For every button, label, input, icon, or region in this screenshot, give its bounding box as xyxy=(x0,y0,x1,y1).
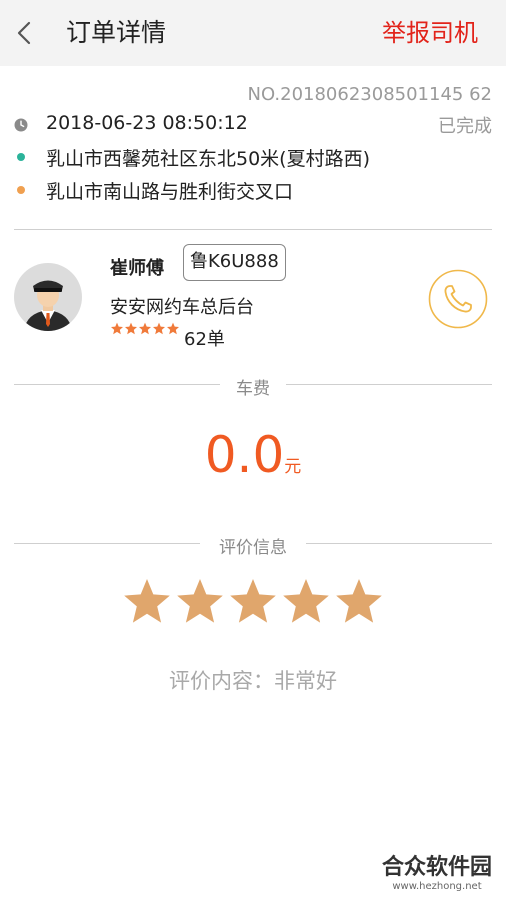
watermark-url: www.hezhong.net xyxy=(392,881,482,892)
rating-divider-right xyxy=(306,543,492,544)
driver-avatar xyxy=(14,263,82,331)
start-dot-icon xyxy=(17,153,25,161)
report-driver-button[interactable]: 举报司机 xyxy=(382,16,478,50)
start-address: 乳山市西馨苑社区东北50米(夏村路西) xyxy=(46,148,371,170)
fare-amount: 0.0元 xyxy=(0,425,506,485)
fare-divider-left xyxy=(14,384,220,385)
rating-divider-left xyxy=(14,543,200,544)
star-icon xyxy=(124,579,170,623)
call-driver-button[interactable] xyxy=(428,269,488,329)
mini-star-icon xyxy=(167,322,179,335)
star-icon xyxy=(336,579,382,623)
mini-star-icon xyxy=(153,322,165,335)
page-title: 订单详情 xyxy=(66,18,167,47)
fare-divider-right xyxy=(286,384,492,385)
rating-comment: 评价内容：非常好 xyxy=(0,665,506,695)
driver-order-count: 62单 xyxy=(184,329,225,350)
clock-icon xyxy=(14,118,28,132)
end-address: 乳山市南山路与胜利街交叉口 xyxy=(46,181,294,203)
mini-star-icon xyxy=(125,322,137,335)
comment-label: 评价内容： xyxy=(169,669,274,693)
comment-value: 非常好 xyxy=(274,669,337,693)
divider xyxy=(14,229,492,230)
order-number: NO.2018062308501145 62 xyxy=(247,84,493,105)
watermark-title: 合众软件园 xyxy=(381,855,492,880)
watermark: 合众软件园 www.hezhong.net xyxy=(382,855,492,893)
back-button[interactable] xyxy=(10,18,40,48)
order-status: 已完成 xyxy=(438,116,492,137)
chevron-left-icon xyxy=(17,21,31,45)
rating-section-title: 评价信息 xyxy=(219,538,287,558)
mini-star-icon xyxy=(111,322,123,335)
end-dot-icon xyxy=(17,186,25,194)
order-time: 2018-06-23 08:50:12 xyxy=(46,112,248,134)
phone-icon xyxy=(428,269,488,329)
star-icon xyxy=(177,579,223,623)
driver-company: 安安网约车总后台 xyxy=(110,297,254,318)
fare-unit: 元 xyxy=(284,457,302,477)
mini-star-icon xyxy=(139,322,151,335)
star-icon xyxy=(283,579,329,623)
fare-section-title: 车费 xyxy=(236,379,270,399)
driver-rating-stars xyxy=(111,322,179,335)
driver-name: 崔师傅 xyxy=(110,258,164,279)
license-plate: 鲁K6U888 xyxy=(183,244,286,281)
rating-stars xyxy=(124,579,382,623)
star-icon xyxy=(230,579,276,623)
driver-avatar-icon xyxy=(14,263,82,331)
fare-value: 0.0 xyxy=(204,426,285,484)
top-bar: 订单详情 举报司机 xyxy=(0,0,506,66)
